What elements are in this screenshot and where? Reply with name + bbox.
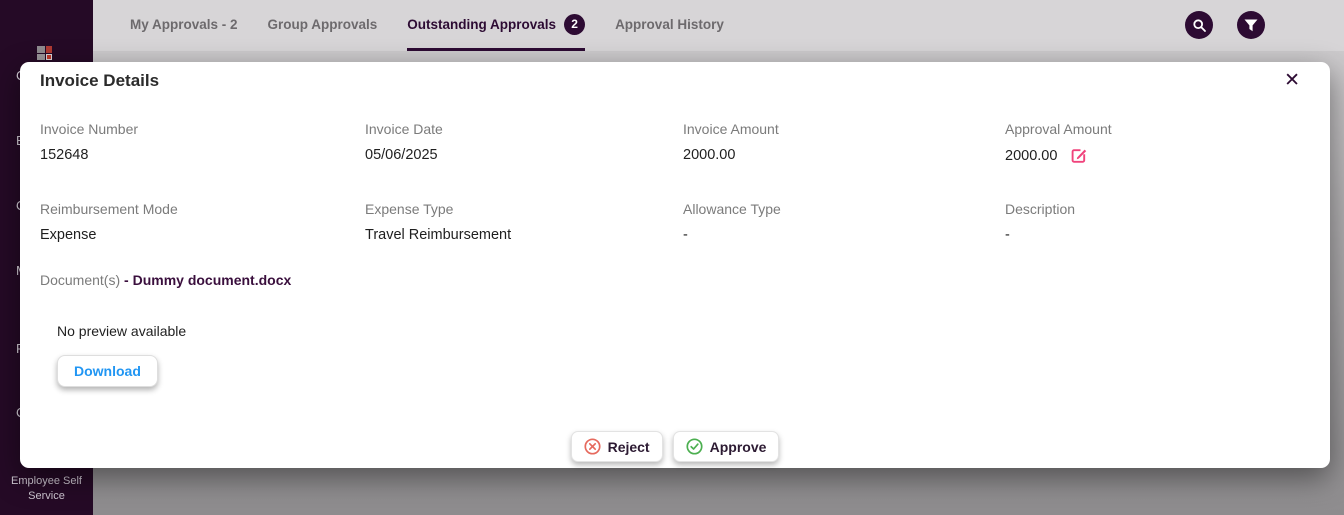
documents-label: Document(s) bbox=[40, 272, 120, 288]
field-reimbursement-mode: Reimbursement Mode Expense bbox=[40, 201, 340, 243]
documents-row: Document(s) - Dummy document.docx bbox=[40, 272, 291, 288]
search-button[interactable] bbox=[1185, 11, 1213, 39]
field-allowance-type: Allowance Type - bbox=[683, 201, 983, 243]
approve-button[interactable]: Approve bbox=[673, 431, 780, 462]
document-link[interactable]: - Dummy document.docx bbox=[124, 272, 291, 288]
no-preview-text: No preview available bbox=[57, 323, 186, 339]
field-value: - bbox=[1005, 227, 1305, 243]
tab-approval-history-label: Approval History bbox=[615, 17, 724, 32]
field-value: Travel Reimbursement bbox=[365, 227, 665, 243]
field-approval-amount: Approval Amount 2000.00 bbox=[1005, 121, 1305, 164]
tabs: My Approvals - 2 Group Approvals Outstan… bbox=[130, 0, 724, 51]
field-expense-type: Expense Type Travel Reimbursement bbox=[365, 201, 665, 243]
outstanding-approvals-count-badge: 2 bbox=[564, 14, 585, 35]
approvals-tab-bar: My Approvals - 2 Group Approvals Outstan… bbox=[93, 0, 1344, 51]
field-invoice-amount: Invoice Amount 2000.00 bbox=[683, 121, 983, 163]
edit-approval-amount-icon[interactable] bbox=[1071, 147, 1088, 164]
tab-group-approvals[interactable]: Group Approvals bbox=[268, 0, 378, 51]
sidebar-item-employee-self-service[interactable]: Employee Self Service bbox=[0, 474, 93, 503]
tab-my-approvals-label: My Approvals - 2 bbox=[130, 17, 238, 32]
reject-button[interactable]: Reject bbox=[571, 431, 663, 462]
filter-button[interactable] bbox=[1237, 11, 1265, 39]
approve-button-label: Approve bbox=[710, 439, 767, 455]
sidebar-footer-line2: Service bbox=[0, 489, 93, 503]
approve-icon bbox=[686, 438, 703, 455]
tab-outstanding-approvals[interactable]: Outstanding Approvals 2 bbox=[407, 0, 585, 51]
field-label: Description bbox=[1005, 201, 1305, 217]
field-value: 05/06/2025 bbox=[365, 147, 665, 163]
download-button[interactable]: Download bbox=[57, 355, 158, 387]
field-value: - bbox=[683, 227, 983, 243]
field-label: Invoice Number bbox=[40, 121, 340, 137]
field-label: Invoice Date bbox=[365, 121, 665, 137]
app-logo-icon[interactable] bbox=[36, 44, 54, 62]
field-value: 152648 bbox=[40, 147, 340, 163]
field-label: Invoice Amount bbox=[683, 121, 983, 137]
modal-title: Invoice Details bbox=[40, 71, 159, 91]
field-value: Expense bbox=[40, 227, 340, 243]
tab-my-approvals[interactable]: My Approvals - 2 bbox=[130, 0, 238, 51]
modal-footer: Reject Approve bbox=[20, 431, 1330, 462]
reject-icon bbox=[584, 438, 601, 455]
field-label: Expense Type bbox=[365, 201, 665, 217]
field-value: 2000.00 bbox=[683, 147, 983, 163]
sidebar-footer-line1: Employee Self bbox=[0, 474, 93, 488]
field-label: Allowance Type bbox=[683, 201, 983, 217]
tab-outstanding-approvals-label: Outstanding Approvals bbox=[407, 17, 556, 32]
field-description: Description - bbox=[1005, 201, 1305, 243]
field-invoice-number: Invoice Number 152648 bbox=[40, 121, 340, 163]
field-value: 2000.00 bbox=[1005, 148, 1057, 164]
close-icon[interactable]: ✕ bbox=[1284, 69, 1300, 92]
field-label: Reimbursement Mode bbox=[40, 201, 340, 217]
filter-icon bbox=[1244, 19, 1258, 32]
invoice-details-modal: Invoice Details ✕ Invoice Number 152648 … bbox=[20, 62, 1330, 468]
reject-button-label: Reject bbox=[608, 439, 650, 455]
field-invoice-date: Invoice Date 05/06/2025 bbox=[365, 121, 665, 163]
field-label: Approval Amount bbox=[1005, 121, 1305, 137]
tab-group-approvals-label: Group Approvals bbox=[268, 17, 378, 32]
tab-approval-history[interactable]: Approval History bbox=[615, 0, 724, 51]
search-icon bbox=[1192, 18, 1207, 33]
